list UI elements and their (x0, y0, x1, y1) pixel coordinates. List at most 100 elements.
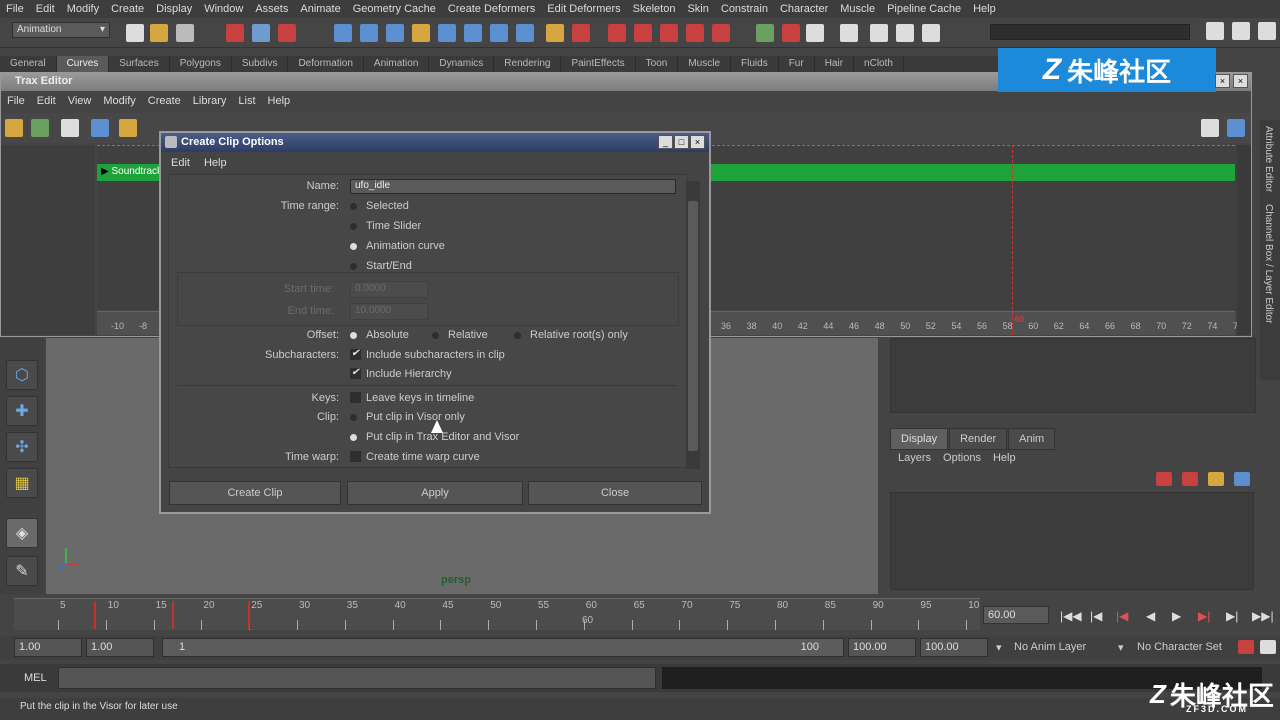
include-subcharacters-checkbox[interactable]: ✔ Include subcharacters in clip (350, 349, 505, 361)
question-icon[interactable] (516, 24, 534, 42)
menu-skin[interactable]: Skin (681, 3, 714, 15)
create-clip-button[interactable]: Create Clip (169, 481, 341, 505)
move-tool-icon[interactable]: ✣ (6, 432, 38, 462)
tab-anim[interactable]: Anim (1008, 428, 1056, 450)
playback-start-field[interactable]: 1.00 (86, 638, 154, 657)
step-forward-icon[interactable]: ▶| (1226, 609, 1238, 623)
trax-menu-create[interactable]: Create (142, 93, 187, 111)
menu-create[interactable]: Create (105, 3, 150, 15)
frame-playback-icon[interactable] (119, 119, 137, 137)
menu-create-deformers[interactable]: Create Deformers (442, 3, 541, 15)
radio-selected[interactable]: Selected (350, 200, 409, 212)
maximize-icon[interactable]: □ (674, 135, 689, 149)
time-slider[interactable]: 5 10 15 20 25 30 35 40 45 50 55 60 65 70 75 80 85 90 95 10 6… (14, 598, 980, 630)
preferences-icon[interactable] (1260, 640, 1276, 654)
include-hierarchy-checkbox[interactable]: ✔ Include Hierarchy (350, 368, 452, 380)
menu-window[interactable]: Window (198, 3, 249, 15)
close-button[interactable]: Close (528, 481, 702, 505)
range-slider[interactable]: 1 100 (162, 638, 844, 657)
close-icon[interactable]: × (690, 135, 705, 149)
ipr-render-icon[interactable] (634, 24, 652, 42)
new-scene-icon[interactable] (126, 24, 144, 42)
play-forwards-icon[interactable]: ▶ (1172, 609, 1181, 623)
trax-menu-view[interactable]: View (62, 93, 98, 111)
trax-menu-file[interactable]: File (1, 93, 31, 111)
layout-tool-icon[interactable]: ▦ (6, 468, 38, 498)
radio-visor-only[interactable]: Put clip in Visor only (350, 411, 465, 423)
layer-menu-help[interactable]: Help (993, 452, 1016, 464)
dope-sheet-icon[interactable] (896, 24, 914, 42)
chevron-down-icon[interactable]: ▾ (996, 641, 1002, 654)
tab-render[interactable]: Render (949, 428, 1008, 450)
minimize-icon[interactable]: _ (658, 135, 673, 149)
select-hierarchy-icon[interactable] (226, 24, 244, 42)
new-layer-icon[interactable] (1156, 472, 1172, 486)
show-hide-channel-icon[interactable] (1258, 22, 1276, 40)
go-to-end-icon[interactable]: ▶▶| (1252, 609, 1274, 623)
apply-button[interactable]: Apply (347, 481, 523, 505)
menu-geometry-cache[interactable]: Geometry Cache (347, 3, 442, 15)
radio-relative-roots[interactable]: Relative root(s) only (514, 329, 628, 341)
input-line-icon[interactable] (756, 24, 774, 42)
load-character-icon[interactable] (5, 119, 23, 137)
snap-point-icon[interactable] (386, 24, 404, 42)
select-object-icon[interactable] (252, 24, 270, 42)
open-scene-icon[interactable] (150, 24, 168, 42)
select-component-icon[interactable] (278, 24, 296, 42)
layer-menu-options[interactable]: Options (943, 452, 981, 464)
tab-channel-box[interactable]: Channel Box / Layer Editor (1260, 198, 1277, 330)
step-forward-key-icon[interactable]: ▶| (1198, 609, 1210, 623)
radio-absolute[interactable]: Absolute (350, 329, 409, 341)
single-view-icon[interactable]: ◈ (6, 518, 38, 548)
step-back-icon[interactable]: |◀ (1090, 609, 1102, 623)
play-backwards-icon[interactable]: ◀ (1146, 609, 1155, 623)
menu-assets[interactable]: Assets (249, 3, 294, 15)
snap-live-icon[interactable] (438, 24, 456, 42)
anim-start-field[interactable]: 1.00 (14, 638, 82, 657)
tab-attribute-editor[interactable]: Attribute Editor (1260, 120, 1277, 198)
trax-icon[interactable] (922, 24, 940, 42)
dope-sheet-toggle-icon[interactable] (1227, 119, 1245, 137)
command-input[interactable] (58, 667, 656, 689)
transform-icon[interactable] (782, 24, 800, 42)
scale-tool-icon[interactable]: ✚ (6, 396, 38, 426)
construction-icon[interactable] (490, 24, 508, 42)
new-layer-selected-icon[interactable] (1182, 472, 1198, 486)
snap-curve-icon[interactable] (360, 24, 378, 42)
graph-icon[interactable] (870, 24, 888, 42)
menu-edit[interactable]: Edit (30, 3, 61, 15)
frame-all-icon[interactable] (91, 119, 109, 137)
playback-end-field[interactable]: 100.00 (848, 638, 916, 657)
dialog-menu-help[interactable]: Help (204, 157, 227, 169)
trax-menu-list[interactable]: List (232, 93, 261, 111)
move-layer-up-icon[interactable] (1208, 472, 1224, 486)
leave-keys-checkbox[interactable]: Leave keys in timeline (350, 392, 474, 404)
history-icon[interactable] (464, 24, 482, 42)
chevron-down-icon[interactable]: ▾ (1118, 641, 1124, 654)
hypershade-icon[interactable] (686, 24, 704, 42)
move-layer-down-icon[interactable] (1234, 472, 1250, 486)
render-settings-icon[interactable] (660, 24, 678, 42)
snap-grid-icon[interactable] (334, 24, 352, 42)
name-input[interactable]: ufo_idle (350, 179, 676, 194)
trax-menu-edit[interactable]: Edit (31, 93, 62, 111)
radio-time-slider[interactable]: Time Slider (350, 220, 421, 232)
rotate-tool-icon[interactable]: ⬡ (6, 360, 38, 390)
menu-set-selector[interactable]: Animation ▾ (12, 22, 110, 38)
time-warp-checkbox[interactable]: Create time warp curve (350, 451, 480, 463)
trax-menu-help[interactable]: Help (262, 93, 297, 111)
character-set-icon[interactable] (31, 119, 49, 137)
snap-plane-icon[interactable] (412, 24, 430, 42)
trax-menu-library[interactable]: Library (187, 93, 233, 111)
dialog-scrollbar[interactable] (686, 181, 700, 469)
character-set-selector[interactable]: No Character Set (1137, 641, 1222, 653)
menu-animate[interactable]: Animate (294, 3, 346, 15)
brush-tool-icon[interactable]: ✎ (6, 556, 38, 586)
radio-animation-curve[interactable]: Animation curve (350, 240, 445, 252)
save-scene-icon[interactable] (176, 24, 194, 42)
quick-select-field[interactable] (990, 24, 1190, 40)
scroll-thumb[interactable] (688, 201, 698, 451)
menu-pipeline-cache[interactable]: Pipeline Cache (881, 3, 967, 15)
command-language-label[interactable]: MEL (24, 672, 47, 684)
graph-editor-icon[interactable] (1201, 119, 1219, 137)
